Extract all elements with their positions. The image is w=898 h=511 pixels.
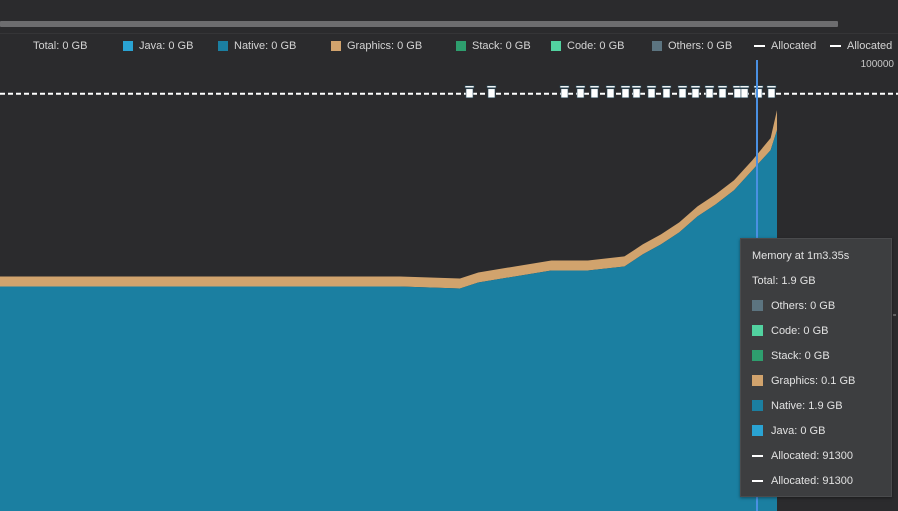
tooltip-label: Others: 0 GB [771,300,836,312]
tooltip-swatch [752,350,763,361]
gc-event-icon[interactable] [620,85,631,99]
gc-event-icon[interactable] [739,85,750,99]
tooltip-label: Native: 1.9 GB [771,400,843,412]
tooltip-row: Code: 0 GB [752,325,881,350]
legend-swatch [218,41,228,51]
legend-label: Stack: 0 GB [472,40,531,52]
legend-item-3: Graphics: 0 GB [331,40,422,52]
legend-label: Total: 0 GB [33,40,88,52]
native-area [0,130,777,511]
gc-event-icon[interactable] [605,85,616,99]
legend-dash [830,45,841,47]
tooltip-label: Java: 0 GB [771,425,826,437]
legend-item-5: Code: 0 GB [551,40,624,52]
legend-item-8: Allocated [830,40,892,52]
legend-item-6: Others: 0 GB [652,40,732,52]
gc-event-icon[interactable] [766,85,777,99]
tooltip-row: Native: 1.9 GB [752,400,881,425]
legend-label: Graphics: 0 GB [347,40,423,52]
tooltip-row: Others: 0 GB [752,300,881,325]
legend-swatch [652,41,662,51]
gc-event-icon[interactable] [486,85,497,99]
legend-label: Native: 0 GB [234,40,297,52]
tooltip-swatch [752,300,763,311]
tooltip-dash [752,480,763,482]
gc-event-icon[interactable] [631,85,642,99]
tooltip-swatch [752,375,763,386]
gc-event-icon[interactable] [646,85,657,99]
tooltip-label: Graphics: 0.1 GB [771,375,856,387]
gc-event-icon[interactable] [559,85,570,99]
legend-swatch [123,41,133,51]
gc-event-icon[interactable] [575,85,586,99]
legend-label: Allocated [771,40,817,52]
legend-swatch [331,41,341,51]
timeline-scrollbar[interactable] [0,21,838,27]
gc-event-icon[interactable] [690,85,701,99]
tooltip-swatch [752,325,763,336]
tooltip-label: Stack: 0 GB [771,350,830,362]
tooltip-row: Allocated: 91300 [752,450,881,475]
gc-event-icon[interactable] [677,85,688,99]
tooltip-row: Graphics: 0.1 GB [752,375,881,400]
legend-swatch [456,41,466,51]
tooltip-row: Java: 0 GB [752,425,881,450]
gc-event-icon[interactable] [717,85,728,99]
tooltip-label: Allocated: 91300 [771,475,853,487]
tooltip-label: Code: 0 GB [771,325,829,337]
tooltip-row: Allocated: 91300 [752,475,881,500]
tooltip-dash [752,455,763,457]
toolbar [0,0,898,30]
legend-item-7: Allocated [754,40,816,52]
memory-legend: Total: 0 GB Java: 0 GB Native: 0 GB Graphic… [0,36,898,56]
legend-label: Allocated [847,40,893,52]
memory-tooltip: Memory at 1m3.35s Total: 1.9 GB Others: … [740,238,892,497]
divider [0,33,898,34]
legend-item-1: Java: 0 GB [123,40,193,52]
gc-event-icon[interactable] [704,85,715,99]
gc-event-icon[interactable] [464,85,475,99]
legend-item-4: Stack: 0 GB [456,40,531,52]
gc-event-icon[interactable] [589,85,600,99]
tooltip-swatch [752,425,763,436]
tooltip-total: Total: 1.9 GB [752,275,816,287]
tooltip-label: Allocated: 91300 [771,450,853,462]
legend-label: Java: 0 GB [139,40,194,52]
legend-label: Others: 0 GB [668,40,733,52]
gc-event-icon[interactable] [753,85,764,99]
tooltip-title: Memory at 1m3.35s [752,250,850,262]
legend-item-2: Native: 0 GB [218,40,296,52]
legend-label: Code: 0 GB [567,40,625,52]
gc-event-icon[interactable] [661,85,672,99]
legend-dash [754,45,765,47]
legend-item-0: Total: 0 GB [33,40,87,52]
legend-swatch [551,41,561,51]
tooltip-row: Stack: 0 GB [752,350,881,375]
tooltip-swatch [752,400,763,411]
